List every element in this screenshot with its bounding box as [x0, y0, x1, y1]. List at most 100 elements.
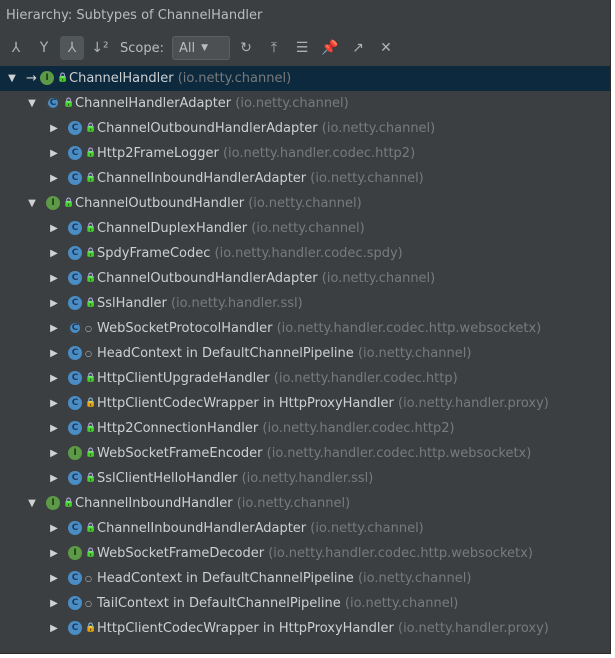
tree-row[interactable]: ▶ C ○ HeadContext in DefaultChannelPipeline… [0, 566, 610, 591]
collapse-arrow-icon[interactable]: ▶ [48, 391, 60, 416]
collapse-arrow-icon[interactable]: ▶ [48, 291, 60, 316]
tree-row[interactable]: ▶ C ○ TailContext in DefaultChannelPipeline… [0, 591, 610, 616]
tree-row[interactable]: ▶ C ○ WebSocketProtocolHandler (io.netty.ha… [0, 316, 610, 341]
collapse-arrow-icon[interactable]: ▶ [48, 141, 60, 166]
interface-icon: I [68, 546, 82, 560]
tree-row[interactable]: ▶ C 🔒 ChannelOutboundHandlerAdapter (io.net… [0, 116, 610, 141]
class-name: Http2FrameLogger [97, 146, 219, 161]
class-icon: C [68, 421, 82, 435]
package-name: (io.netty.channel) [321, 121, 436, 136]
package-name: (io.netty.handler.proxy) [398, 396, 549, 411]
sort-alphabetically-icon[interactable]: ↓² [88, 36, 112, 60]
subtypes-hierarchy-icon[interactable]: ⅄ [60, 36, 84, 60]
package-name: (io.netty.channel) [235, 96, 349, 111]
collapse-arrow-icon[interactable]: ▶ [48, 566, 60, 591]
class-name: ChannelDuplexHandler [97, 221, 248, 236]
collapse-arrow-icon[interactable]: ▶ [48, 541, 60, 566]
tree-row-label: Http2FrameLogger (io.netty.handler.codec… [97, 141, 415, 166]
class-icon: C [68, 371, 82, 385]
class-name: ChannelInboundHandler [75, 496, 233, 511]
class-name: SslHandler [97, 296, 167, 311]
collapse-arrow-icon[interactable]: ▶ [48, 341, 60, 366]
hierarchy-window: Hierarchy: Subtypes of ChannelHandler ⅄ … [0, 0, 611, 654]
public-lock-icon: 🔒 [85, 523, 97, 533]
class-name: ChannelOutboundHandlerAdapter [97, 271, 318, 286]
tree-row[interactable]: ▶ C 🔒 HttpClientUpgradeHandler (io.netty.ha… [0, 366, 610, 391]
collapse-arrow-icon[interactable]: ▶ [48, 366, 60, 391]
public-lock-icon: 🔒 [85, 248, 97, 258]
class-name: WebSocketFrameEncoder [97, 446, 263, 461]
open-in-window-icon[interactable]: ↗ [346, 36, 370, 60]
class-icon: C [68, 471, 82, 485]
tree-row[interactable]: ▶ C 🔒 Http2FrameLogger (io.netty.handler.co… [0, 141, 610, 166]
class-icon: C [68, 296, 82, 310]
tree-row[interactable]: ▶ C 🔒 ChannelInboundHandlerAdapter (io.nett… [0, 516, 610, 541]
class-icon: C [68, 396, 82, 410]
expand-arrow-icon[interactable]: ▼ [26, 91, 38, 116]
pin-icon[interactable]: 📌 [318, 36, 342, 60]
class-icon: C [68, 271, 82, 285]
scope-dropdown[interactable]: All ▼ [171, 36, 230, 60]
class-icon: C [68, 621, 82, 635]
close-icon[interactable]: ✕ [374, 36, 398, 60]
expand-arrow-icon[interactable]: ▼ [6, 66, 18, 91]
collapse-arrow-icon[interactable]: ▶ [48, 166, 60, 191]
tree-row[interactable]: ▶ C 🔒 ChannelInboundHandlerAdapter (io.nett… [0, 166, 610, 191]
tree-row-label: WebSocketFrameDecoder (io.netty.handler.… [97, 541, 533, 566]
tree-row[interactable]: ▶ C 🔒 SslClientHelloHandler (io.netty.handl… [0, 466, 610, 491]
collapse-arrow-icon[interactable]: ▶ [48, 441, 60, 466]
tree-row[interactable]: ▶ I 🔒 WebSocketFrameEncoder (io.netty.handl… [0, 441, 610, 466]
collapse-arrow-icon[interactable]: ▶ [48, 266, 60, 291]
tree-row[interactable]: ▶ C 🔒 Http2ConnectionHandler (io.netty.hand… [0, 416, 610, 441]
collapse-arrow-icon[interactable]: ▶ [48, 616, 60, 641]
class-icon: C [68, 146, 82, 160]
package-name: (io.netty.handler.ssl) [241, 471, 374, 486]
package-name: (io.netty.channel) [251, 221, 365, 236]
expand-arrow-icon[interactable]: ▼ [26, 191, 38, 216]
supertypes-hierarchy-icon[interactable]: ⅄ [4, 36, 28, 60]
tree-row[interactable]: ▶ C 🔒 HttpClientCodecWrapper in HttpProxyHa… [0, 616, 610, 641]
package-name: (io.netty.channel) [310, 171, 424, 186]
tree-row[interactable]: ▶ C 🔒 SpdyFrameCodec (io.netty.handler.code… [0, 241, 610, 266]
class-name: ChannelOutboundHandler [75, 196, 245, 211]
expand-arrow-icon[interactable]: ▼ [26, 491, 38, 516]
expand-all-icon[interactable]: ☰ [290, 36, 314, 60]
tree-row[interactable]: ▶ C ○ HeadContext in DefaultChannelPipeline… [0, 341, 610, 366]
class-icon: C [68, 521, 82, 535]
collapse-arrow-icon[interactable]: ▶ [48, 466, 60, 491]
tree-row-label: TailContext in DefaultChannelPipeline (i… [97, 591, 458, 616]
public-lock-icon: 🔒 [63, 98, 75, 108]
package-name: (io.netty.channel) [177, 71, 292, 86]
public-lock-icon: 🔒 [85, 448, 97, 458]
tree-row[interactable]: ▶ C 🔒 HttpClientCodecWrapper in HttpProxyHa… [0, 391, 610, 416]
class-name: HttpClientUpgradeHandler [97, 371, 270, 386]
tree-row[interactable]: ▼ C 🔒 ChannelHandlerAdapter (io.netty.chann… [0, 91, 610, 116]
collapse-arrow-icon[interactable]: ▶ [48, 316, 60, 341]
refresh-icon[interactable]: ↻ [234, 36, 258, 60]
class-hierarchy-icon[interactable]: Y [32, 36, 56, 60]
package-name: (io.netty.handler.codec.spdy) [214, 246, 403, 261]
public-lock-icon: 🔒 [85, 373, 97, 383]
class-icon: C [68, 596, 82, 610]
tree-row[interactable]: ▶ C 🔒 ChannelDuplexHandler (io.netty.channe… [0, 216, 610, 241]
tree-row-label: SslHandler (io.netty.handler.ssl) [97, 291, 303, 316]
collapse-arrow-icon[interactable]: ▶ [48, 516, 60, 541]
tree-row[interactable]: ▼ → I 🔒 ChannelHandler (io.netty.channel) [0, 66, 610, 91]
package-name: (io.netty.handler.codec.http) [273, 371, 458, 386]
tree-row-label: SpdyFrameCodec (io.netty.handler.codec.s… [97, 241, 403, 266]
package-name: (io.netty.channel) [310, 521, 424, 536]
autoscroll-to-source-icon[interactable]: ⤒ [262, 36, 286, 60]
collapse-arrow-icon[interactable]: ▶ [48, 591, 60, 616]
tree-row[interactable]: ▼ I 🔒 ChannelOutboundHandler (io.netty.chan… [0, 191, 610, 216]
tree-row[interactable]: ▶ I 🔒 WebSocketFrameDecoder (io.netty.handl… [0, 541, 610, 566]
interface-icon: I [40, 71, 54, 85]
tree-row[interactable]: ▶ C 🔒 SslHandler (io.netty.handler.ssl) [0, 291, 610, 316]
tree-row[interactable]: ▼ I 🔒 ChannelInboundHandler (io.netty.chann… [0, 491, 610, 516]
public-lock-icon: 🔒 [85, 473, 97, 483]
collapse-arrow-icon[interactable]: ▶ [48, 416, 60, 441]
collapse-arrow-icon[interactable]: ▶ [48, 116, 60, 141]
collapse-arrow-icon[interactable]: ▶ [48, 241, 60, 266]
collapse-arrow-icon[interactable]: ▶ [48, 216, 60, 241]
tree-row-label: Http2ConnectionHandler (io.netty.handler… [97, 416, 455, 441]
tree-row[interactable]: ▶ C 🔒 ChannelOutboundHandlerAdapter (io.net… [0, 266, 610, 291]
